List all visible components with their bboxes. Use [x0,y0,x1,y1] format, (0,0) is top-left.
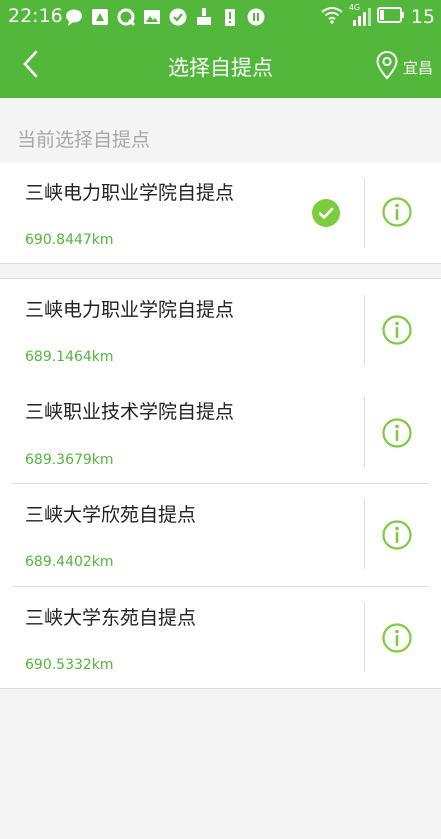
network-type: 4G [348,3,361,12]
nav-bar: 选择自提点 宜昌 [0,34,441,98]
point-name: 三峡大学东苑自提点 [25,607,197,629]
signal-icon: 4G [349,3,371,27]
point-name: 三峡职业技术学院自提点 [25,401,235,423]
selected-point-card[interactable]: 三峡电力职业学院自提点 690.8447km [0,162,441,264]
status-time: 22:16 [8,5,63,27]
battery-icon [376,7,405,27]
browser-q-icon [116,7,136,27]
point-distance: 689.1464km [25,349,114,365]
check-circle-icon [168,7,188,27]
list-item[interactable]: 三峡职业技术学院自提点 689.3679km [0,381,441,484]
app-notification-icon [90,7,110,27]
location-selector[interactable]: 宜昌 [375,50,433,84]
selected-point-distance: 690.8447km [25,232,114,248]
point-name: 三峡电力职业学院自提点 [25,299,235,321]
status-right: 4G 15 [321,3,435,29]
column-divider [364,295,365,365]
point-distance: 689.4402km [25,554,114,570]
notification-icons [64,6,266,28]
point-distance: 690.5332km [25,657,114,673]
location-city: 宜昌 [402,58,433,77]
column-divider [364,397,365,467]
info-icon[interactable] [381,314,413,346]
pickup-point-list: 三峡电力职业学院自提点 689.1464km 三峡职业技术学院自提点 689.3… [0,278,441,689]
list-item[interactable]: 三峡电力职业学院自提点 689.1464km [0,279,441,382]
info-icon[interactable] [381,196,413,228]
status-bar: 22:16 4G 15 [0,0,441,34]
info-icon[interactable] [381,519,413,551]
brush-icon [194,7,214,27]
list-item[interactable]: 三峡大学东苑自提点 690.5332km [0,587,441,690]
current-selection-label: 当前选择自提点 [17,129,151,151]
wifi-icon [321,6,343,28]
list-item[interactable]: 三峡大学欣苑自提点 689.4402km [0,484,441,587]
info-icon[interactable] [381,417,413,449]
point-name: 三峡大学欣苑自提点 [25,504,197,526]
image-icon [142,7,162,27]
map-pin-icon [375,50,399,84]
chat-bubble-icon [64,7,84,27]
check-icon [312,199,340,227]
selected-point-name: 三峡电力职业学院自提点 [25,182,235,204]
pause-icon [246,7,266,27]
column-divider [364,178,365,248]
column-divider [364,499,365,569]
point-distance: 689.3679km [25,452,114,468]
column-divider [364,602,365,672]
alert-battery-icon [220,7,240,27]
battery-percent: 15 [410,6,435,28]
info-icon[interactable] [381,622,413,654]
